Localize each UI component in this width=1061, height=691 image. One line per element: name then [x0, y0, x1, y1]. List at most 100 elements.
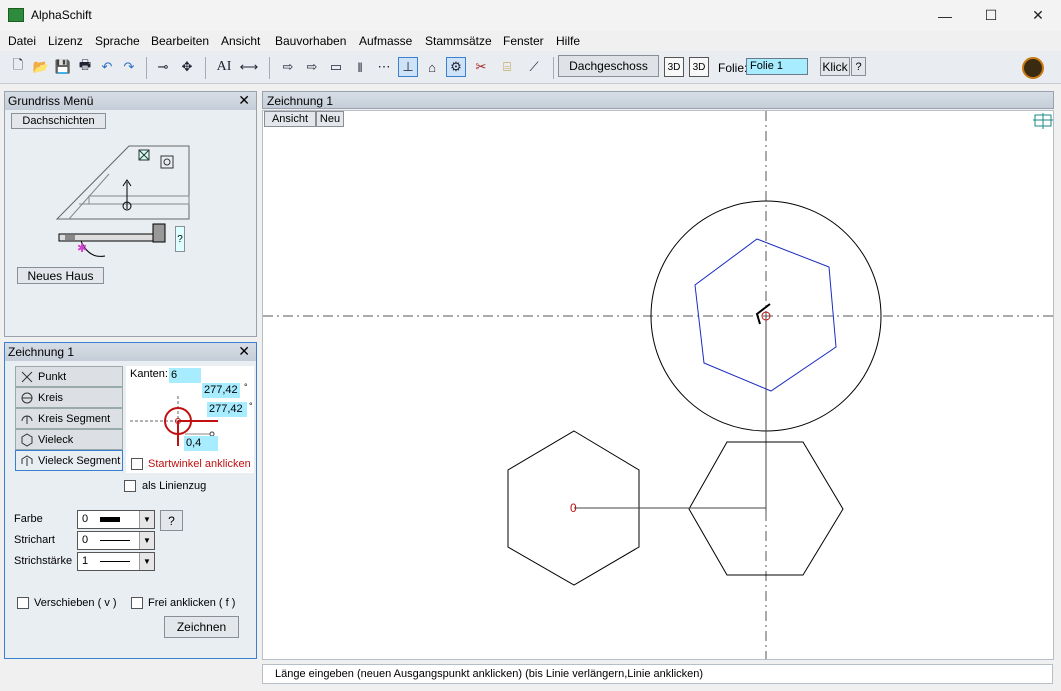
- length-input[interactable]: 0,4: [184, 436, 218, 451]
- undo-icon[interactable]: ↶: [97, 57, 117, 77]
- startwinkel-checkbox[interactable]: [131, 458, 143, 470]
- drawing-canvas[interactable]: Ansicht Neu 0: [262, 110, 1054, 660]
- dotted-line-icon[interactable]: ⋯: [374, 57, 394, 77]
- maximize-button[interactable]: ☐: [968, 0, 1014, 31]
- arrow-right-icon[interactable]: ⇨: [278, 57, 298, 77]
- measure-line-icon[interactable]: ⊸: [153, 57, 173, 77]
- chevron-down-icon[interactable]: ▼: [139, 532, 154, 549]
- point-icon: [21, 371, 33, 383]
- frei-checkbox[interactable]: [131, 597, 143, 609]
- menu-bar: Datei Lizenz Sprache Bearbeiten Ansicht …: [0, 31, 1061, 51]
- shape-kreis-segment[interactable]: Kreis Segment: [15, 408, 123, 429]
- polygon-tool-icon[interactable]: ⚙: [446, 57, 466, 77]
- gauge-icon[interactable]: [1022, 57, 1044, 79]
- neues-haus-button[interactable]: Neues Haus: [17, 267, 104, 284]
- menu-bauvorhaben[interactable]: Bauvorhaben: [275, 34, 346, 48]
- toolbar-separator: [269, 57, 270, 79]
- point-label: 0: [570, 501, 577, 515]
- stairs-icon[interactable]: ⌸: [497, 57, 517, 77]
- strichstaerke-select[interactable]: 1 ▼: [77, 552, 155, 571]
- shape-label: Kreis: [38, 391, 64, 404]
- shape-kreis[interactable]: Kreis: [15, 387, 123, 408]
- farbe-help-button[interactable]: ?: [160, 510, 183, 531]
- linienzug-checkbox[interactable]: [124, 480, 136, 492]
- strichart-select[interactable]: 0 ▼: [77, 531, 155, 550]
- zeichnen-button[interactable]: Zeichnen: [164, 616, 239, 638]
- angle2-unit: °: [249, 401, 253, 411]
- shape-vieleck[interactable]: Vieleck: [15, 429, 123, 450]
- parallel-icon[interactable]: ‖: [350, 57, 370, 77]
- line-style-preview: [100, 540, 130, 541]
- menu-ansicht[interactable]: Ansicht: [221, 34, 260, 48]
- strichstaerke-label: Strichstärke: [14, 555, 73, 567]
- menu-lizenz[interactable]: Lizenz: [48, 34, 83, 48]
- menu-bearbeiten[interactable]: Bearbeiten: [151, 34, 209, 48]
- hexagon-icon: [21, 433, 33, 447]
- perpendicular-icon[interactable]: ⊥: [398, 57, 418, 77]
- color-swatch: [100, 517, 120, 522]
- toolbar-separator: [146, 57, 147, 79]
- chevron-down-icon[interactable]: ▼: [139, 553, 154, 570]
- house-icon[interactable]: ⌂: [422, 57, 442, 77]
- toolbar: 🗋 📂 💾 🖶 ↶ ↷ ⊸ ✥ AI ⟷ ⇨ ⇨ ▭ ‖ ⋯ ⊥ ⌂ ⚙ ✂ ⌸…: [0, 51, 1061, 84]
- shape-label: Kreis Segment: [38, 412, 111, 425]
- menu-aufmasse[interactable]: Aufmasse: [359, 34, 412, 48]
- polygon-params-area: Kanten: 6 277,42 ° 277,42 ° 0,4 Startwin…: [126, 366, 254, 473]
- shape-label: Vieleck: [38, 433, 74, 446]
- title-bar: [0, 0, 1061, 31]
- save-icon[interactable]: 💾: [53, 57, 73, 77]
- rectangle-icon[interactable]: ▭: [326, 57, 346, 77]
- toolbar-separator: [553, 57, 554, 79]
- menu-hilfe[interactable]: Hilfe: [556, 34, 580, 48]
- dachschichten-tab[interactable]: Dachschichten: [11, 113, 106, 129]
- new-file-icon[interactable]: 🗋: [8, 57, 28, 77]
- strichart-value: 0: [82, 534, 89, 546]
- floor-selector-button[interactable]: Dachgeschoss: [558, 55, 659, 77]
- move-cross-icon[interactable]: ✥: [177, 57, 197, 77]
- menu-datei[interactable]: Datei: [8, 34, 36, 48]
- view-3d-alt-button[interactable]: 3D: [689, 57, 709, 77]
- folie-input[interactable]: Folie 1: [746, 58, 808, 75]
- grundriss-panel-title: Grundriss Menü: [8, 94, 94, 108]
- dimension-icon[interactable]: ⟷: [239, 57, 259, 77]
- menu-sprache[interactable]: Sprache: [95, 34, 140, 48]
- zeichnung-close-icon[interactable]: ✕: [238, 343, 250, 360]
- frei-label: Frei anklicken ( f ): [148, 597, 236, 609]
- chevron-down-icon[interactable]: ▼: [139, 511, 154, 528]
- close-button[interactable]: ✕: [1015, 0, 1061, 31]
- kanten-input[interactable]: 6: [169, 368, 201, 383]
- zeichnung-panel-header: Zeichnung 1 ✕: [5, 343, 256, 361]
- menu-fenster[interactable]: Fenster: [503, 34, 544, 48]
- zeichnung-panel: Zeichnung 1 ✕ Punkt Kreis Kreis Segment …: [4, 342, 257, 659]
- window-title: AlphaSchift: [31, 8, 92, 22]
- open-folder-icon[interactable]: 📂: [31, 57, 51, 77]
- view-3d-button[interactable]: 3D: [664, 57, 684, 77]
- minimize-button[interactable]: —: [922, 0, 968, 31]
- verschieben-checkbox[interactable]: [17, 597, 29, 609]
- startwinkel-label: Startwinkel anklicken: [148, 458, 251, 470]
- redo-icon[interactable]: ↷: [119, 57, 139, 77]
- shape-label: Vieleck Segment: [38, 454, 121, 467]
- double-arrow-icon[interactable]: ⇨: [302, 57, 322, 77]
- circle-icon: [21, 392, 33, 404]
- linienzug-label: als Linienzug: [142, 480, 207, 492]
- status-bar: Länge eingeben (neuen Ausgangspunkt ankl…: [262, 664, 1053, 684]
- grundriss-help-button[interactable]: ?: [175, 226, 185, 252]
- shape-punkt[interactable]: Punkt: [15, 366, 123, 387]
- angle1-unit: °: [244, 382, 248, 392]
- print-icon[interactable]: 🖶: [75, 57, 95, 77]
- farbe-select[interactable]: 0 ▼: [77, 510, 155, 529]
- line-width-preview: [100, 561, 130, 562]
- zeichnung-panel-title: Zeichnung 1: [8, 345, 75, 359]
- grundriss-close-icon[interactable]: ✕: [238, 92, 250, 109]
- farbe-value: 0: [82, 513, 89, 525]
- strichstaerke-value: 1: [82, 555, 89, 567]
- shape-vieleck-segment[interactable]: Vieleck Segment: [15, 450, 123, 471]
- app-logo-icon: [8, 8, 24, 22]
- polyline-icon[interactable]: ⟋: [524, 57, 544, 77]
- text-tool-icon[interactable]: AI: [214, 57, 234, 77]
- menu-stammsaetze[interactable]: Stammsätze: [425, 34, 492, 48]
- klick-button[interactable]: Klick: [820, 57, 850, 76]
- klick-help-button[interactable]: ?: [851, 57, 866, 76]
- tools-icon[interactable]: ✂: [471, 57, 491, 77]
